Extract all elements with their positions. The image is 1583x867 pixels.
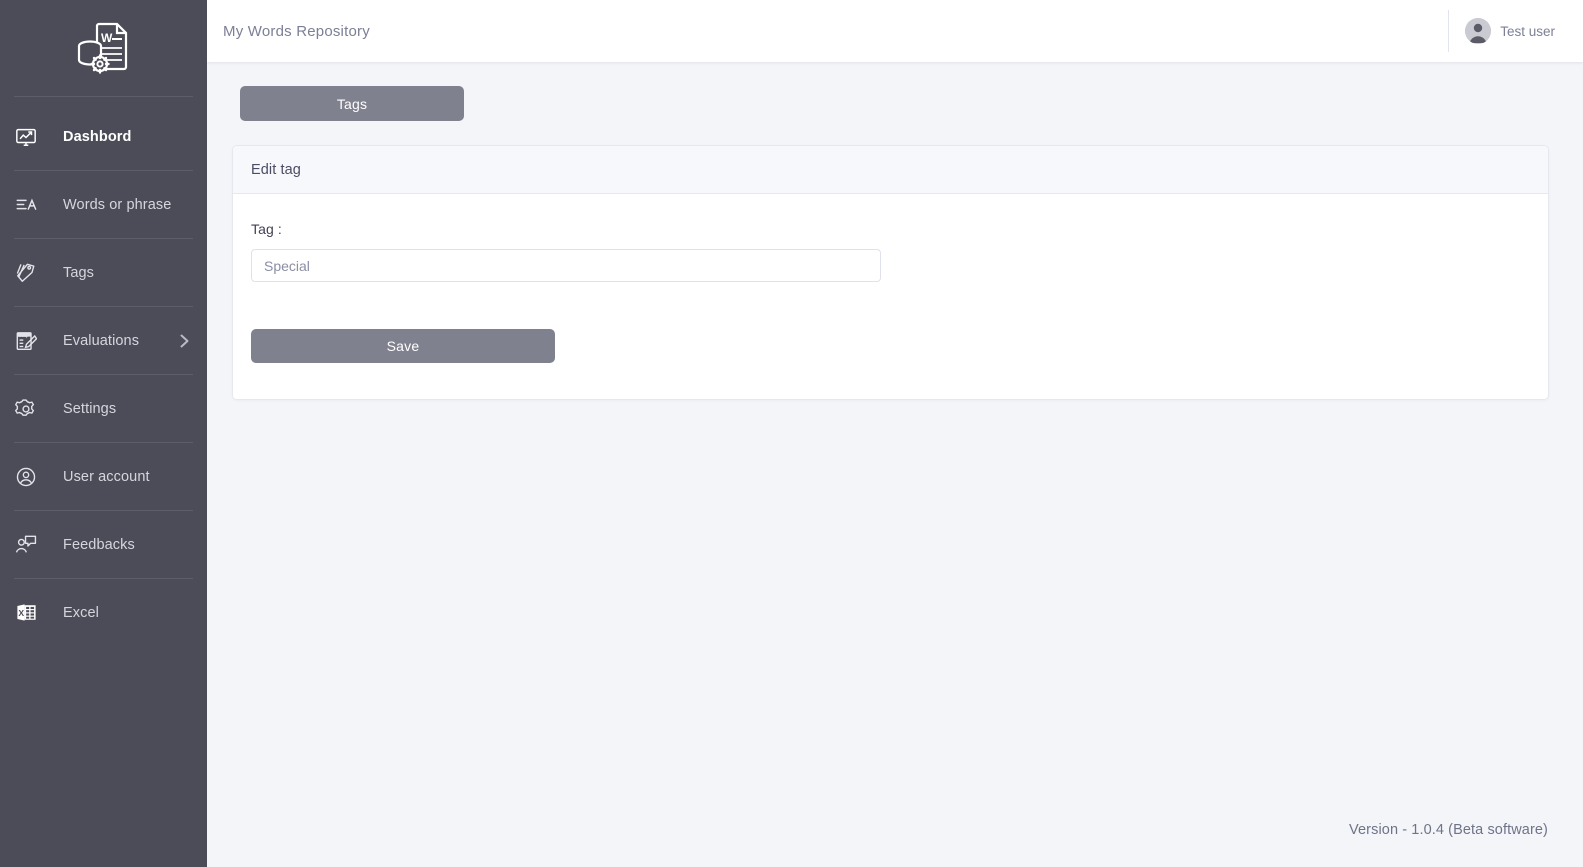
excel-file-icon: X [11,598,41,628]
exam-clipboard-icon: EXAM [11,326,41,356]
sidebar-nav: Dashbord Words or phrase Tags EXAM Evalu… [0,97,207,646]
tag-field-label: Tag : [251,221,282,237]
sidebar-item-words-or-phrase[interactable]: Words or phrase [0,171,207,238]
sidebar-item-tags[interactable]: Tags [0,239,207,306]
svg-text:X: X [18,608,24,618]
user-avatar-icon [1465,18,1492,44]
card-header: Edit tag [233,146,1548,194]
user-circle-icon [11,462,41,492]
sidebar-item-label: Evaluations [63,332,140,349]
save-button[interactable]: Save [251,329,555,363]
gear-icon [11,394,41,424]
sidebar-item-label: Tags [63,264,95,281]
tags-icon [11,258,41,288]
sidebar-item-user-account[interactable]: User account [0,443,207,510]
app-root: W Dashbord Words or phrase Tags EXAM Eva… [0,0,1583,867]
card-title: Edit tag [251,161,301,178]
database-gear-word-document-icon: W [77,22,127,74]
card-body: Tag : Save [233,194,1548,399]
avatar [1465,18,1492,44]
breadcrumb: My Words Repository [223,22,370,40]
sidebar-item-feedbacks[interactable]: Feedbacks [0,511,207,578]
sidebar-item-evaluations[interactable]: EXAM Evaluations [0,307,207,374]
sidebar-item-label: Dashbord [63,128,132,145]
sidebar: W Dashbord Words or phrase Tags EXAM Eva… [0,0,207,867]
top-header: My Words Repository Test user [207,0,1583,62]
edit-tag-card: Edit tag Tag : Save [232,145,1549,400]
sidebar-item-label: Feedbacks [63,536,135,553]
user-comment-icon [11,530,41,560]
sidebar-item-label: Excel [63,604,99,621]
sidebar-item-dashbord[interactable]: Dashbord [0,103,207,170]
monitor-chart-icon [11,122,41,152]
app-logo[interactable]: W [0,0,207,96]
tab-tags[interactable]: Tags [240,86,464,121]
text-lines-a-icon [11,190,41,220]
sidebar-item-settings[interactable]: Settings [0,375,207,442]
svg-text:W: W [101,31,113,45]
user-menu[interactable]: Test user [1448,10,1555,52]
content-area: Tags Edit tag Tag : Save Version - 1.0.4… [207,62,1583,867]
version-label: Version - 1.0.4 (Beta software) [1349,822,1548,838]
main-area: My Words Repository Test user Tags Edit … [207,0,1583,867]
sidebar-item-label: User account [63,468,150,485]
svg-text:EXAM: EXAM [19,333,28,337]
sidebar-item-label: Words or phrase [63,196,172,213]
chevron-right-icon[interactable] [179,333,190,349]
tag-input[interactable] [251,249,881,282]
sidebar-item-label: Settings [63,400,117,417]
user-name: Test user [1500,23,1555,39]
sidebar-item-excel[interactable]: X Excel [0,579,207,646]
